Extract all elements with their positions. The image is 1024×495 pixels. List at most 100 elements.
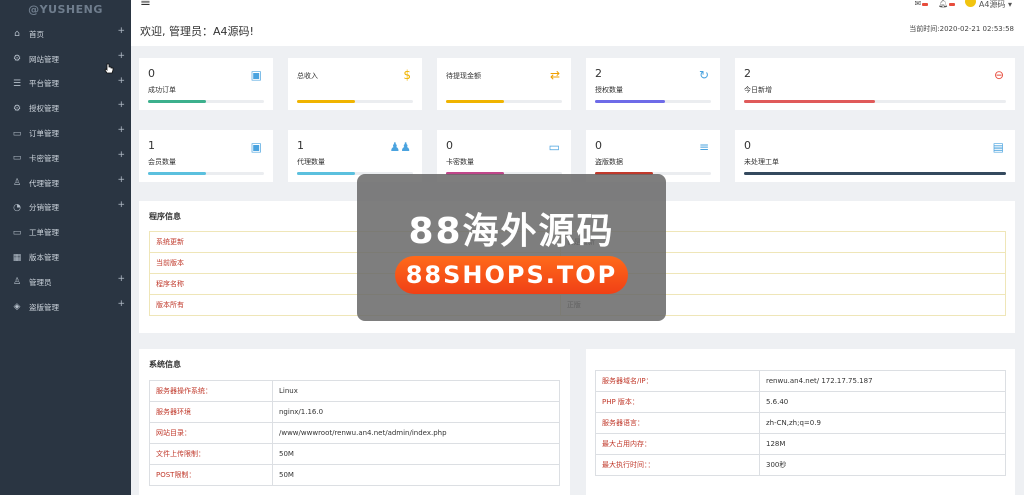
settings-icon: ⚙ <box>12 103 22 114</box>
stat-label: 今日新增 <box>744 86 772 94</box>
stat-value: 0 <box>595 139 602 152</box>
info-value: 5.6.40 <box>759 391 1006 413</box>
stat-card: 2 授权数量 ↻ <box>586 58 720 110</box>
topbar: ≡ ✉ 🔔︎ A4源码 ▾ 欢迎, 管理员：A4源码! 当前时间:2020-02… <box>131 0 1024 46</box>
sidebar-item-label: 卡密管理 <box>29 153 59 163</box>
expand-plus-icon[interactable]: + <box>117 200 125 210</box>
gear-icon: ⚙ <box>12 54 22 65</box>
program-info-title: 程序信息 <box>149 212 181 221</box>
top-icons: ✉ 🔔︎ A4源码 ▾ <box>914 0 1012 10</box>
expand-plus-icon[interactable]: + <box>117 76 125 86</box>
watermark-overlay: 88海外源码 88SHOPS.TOP <box>357 174 666 321</box>
grid-icon: ▦ <box>12 252 22 263</box>
sidebar-item-label: 网站管理 <box>29 54 59 64</box>
file-icon: ▤ <box>992 140 1004 154</box>
sidebar-item[interactable]: ⌂ 首页 + <box>0 22 131 47</box>
bell-icon[interactable]: 🔔︎ <box>938 0 956 8</box>
user-icon: ♙ <box>12 277 22 288</box>
stat-card: 待提现金额 ⇄ <box>437 58 571 110</box>
watermark-title: 88海外源码 <box>408 211 615 252</box>
sidebar-item[interactable]: ▭ 卡密管理 + <box>0 146 131 171</box>
sidebar-item[interactable]: ◈ 盗版管理 + <box>0 295 131 320</box>
info-value: 50M <box>272 443 560 465</box>
sidebar-item[interactable]: ◔ 分销管理 + <box>0 196 131 221</box>
stat-progress-fill <box>297 172 355 175</box>
stat-progress-fill <box>595 100 665 103</box>
stat-label: 授权数量 <box>595 86 623 94</box>
stat-progress-bar <box>744 172 1006 175</box>
table-row: 服务器语言： zh-CN,zh;q=0.9 <box>595 412 1006 434</box>
credit-card-icon: ▭ <box>548 140 560 154</box>
stat-value: 0 <box>446 139 453 152</box>
stat-label: 代理数量 <box>297 158 325 166</box>
calendar-check-icon: ▣ <box>250 68 262 82</box>
info-key: 网站目录： <box>149 422 273 444</box>
layers-icon: ◈ <box>13 302 21 313</box>
expand-plus-icon[interactable]: + <box>117 299 125 309</box>
expand-plus-icon[interactable]: + <box>117 150 125 160</box>
info-key: 服务器域名/IP： <box>595 370 760 392</box>
sidebar-item[interactable]: ♙ 管理员 + <box>0 270 131 295</box>
menu-toggle-icon[interactable]: ≡ <box>140 0 151 10</box>
stat-progress-fill <box>148 172 206 175</box>
info-value: 50M <box>272 464 560 486</box>
info-key: 文件上传限制： <box>149 443 273 465</box>
sidebar-item[interactable]: ♙ 代理管理 + <box>0 171 131 196</box>
table-row: 最大执行时间：： 300秒 <box>595 454 1006 476</box>
stat-progress-bar <box>148 100 264 103</box>
info-key: 最大执行时间：： <box>595 454 760 476</box>
stat-label: 会员数量 <box>148 158 176 166</box>
watermark-url: 88SHOPS.TOP <box>395 256 628 294</box>
stat-progress-fill <box>446 100 504 103</box>
table-row: 文件上传限制： 50M <box>149 443 560 465</box>
username: A4源码 <box>978 0 1006 9</box>
mail-icon[interactable]: ✉ <box>914 0 929 8</box>
stat-card: 总收入 $ <box>288 58 422 110</box>
expand-plus-icon[interactable]: + <box>117 100 125 110</box>
expand-plus-icon[interactable]: + <box>117 26 125 36</box>
sidebar-item[interactable]: ⚙ 授权管理 + <box>0 96 131 121</box>
expand-plus-icon[interactable]: + <box>117 274 125 284</box>
dollar-icon: $ <box>403 68 411 82</box>
user-menu[interactable]: A4源码 ▾ <box>965 0 1012 10</box>
sidebar-item[interactable]: ▭ 工单管理 <box>0 220 131 245</box>
stat-value: 0 <box>744 139 751 152</box>
folder-icon: ▭ <box>12 128 22 139</box>
sidebar-item[interactable]: ☰ 平台管理 + <box>0 72 131 97</box>
stat-card: 2 今日新增 ⊖ <box>735 58 1015 110</box>
table-row: 服务器环境 nginx/1.16.0 <box>149 401 560 423</box>
current-time: 当前时间:2020-02-21 02:53:58 <box>909 25 1014 33</box>
info-key: POST限制： <box>149 464 273 486</box>
sidebar-item[interactable]: ▭ 订单管理 + <box>0 121 131 146</box>
server-info-table: 服务器域名/IP： renwu.an4.net/ 172.17.75.187 PHP… <box>595 370 1006 476</box>
expand-plus-icon[interactable]: + <box>117 125 125 135</box>
sidebar-item-label: 版本管理 <box>29 253 59 263</box>
stat-label: 盗版数据 <box>595 158 623 166</box>
refresh-icon: ↻ <box>698 68 709 82</box>
monitor-icon: ▭ <box>12 227 22 238</box>
stat-card: 1 会员数量 ▣ <box>139 130 273 182</box>
stat-value: 1 <box>297 139 304 152</box>
info-value: Linux <box>272 380 560 402</box>
sidebar-item[interactable]: ▦ 版本管理 <box>0 245 131 270</box>
sidebar-item-label: 代理管理 <box>29 178 59 188</box>
stat-value: 0 <box>148 67 155 80</box>
expand-plus-icon[interactable]: + <box>117 51 125 61</box>
home-icon: ⌂ <box>14 29 20 40</box>
stat-label: 卡密数量 <box>446 158 474 166</box>
info-key: PHP 版本： <box>595 391 760 413</box>
logo: @YUSHENG <box>28 3 103 16</box>
table-row: 网站目录：/www/wwwroot/renwu.an4.net/admin/in… <box>149 422 560 444</box>
stat-value: 2 <box>595 67 602 80</box>
database-icon: ≡ <box>698 140 709 154</box>
info-value: nginx/1.16.0 <box>272 401 560 423</box>
expand-plus-icon[interactable]: + <box>117 175 125 185</box>
stat-label: 待提现金额 <box>446 72 481 80</box>
chart-icon: ◔ <box>13 202 21 213</box>
system-info-title: 系统信息 <box>149 360 181 369</box>
system-info-table: 服务器操作系统： Linux 服务器环境 nginx/1.16.0 网站目录：/www/… <box>149 380 560 486</box>
stat-card: 0 成功订单 ▣ <box>139 58 273 110</box>
hand-cursor-icon <box>104 63 114 74</box>
sidebar-item-label: 工单管理 <box>29 228 59 238</box>
table-row: POST限制： 50M <box>149 464 560 486</box>
